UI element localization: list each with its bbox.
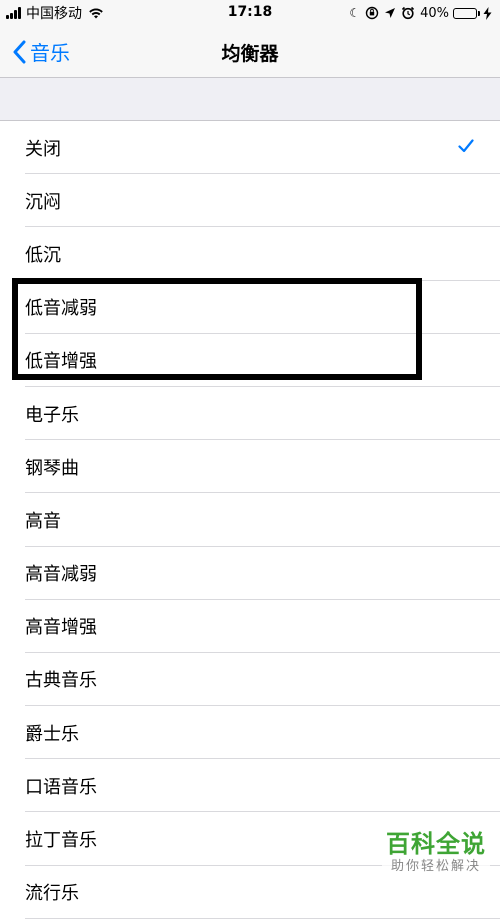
equalizer-option[interactable]: 钢琴曲 <box>0 440 500 494</box>
equalizer-list: 关闭沉闷低沉低音减弱低音增强电子乐钢琴曲高音高音减弱高音增强古典音乐爵士乐口语音… <box>0 121 500 919</box>
equalizer-option[interactable]: 高音 <box>0 493 500 547</box>
equalizer-option-label: 低沉 <box>25 244 61 266</box>
equalizer-option-label: 电子乐 <box>25 404 79 426</box>
status-right: ☾ 40% <box>344 4 492 22</box>
equalizer-option[interactable]: 低沉 <box>0 227 500 281</box>
equalizer-option-label: 拉丁音乐 <box>25 830 97 852</box>
orientation-lock-icon <box>365 6 379 20</box>
group-header-spacer <box>0 78 500 121</box>
equalizer-option[interactable]: 关闭 <box>0 121 500 175</box>
equalizer-option-label: 流行乐 <box>25 883 79 905</box>
equalizer-option[interactable]: 爵士乐 <box>0 706 500 760</box>
equalizer-option[interactable]: 低音减弱 <box>0 280 500 334</box>
equalizer-option-label: 高音增强 <box>25 617 97 639</box>
equalizer-option[interactable]: 口语音乐 <box>0 759 500 813</box>
equalizer-option-label: 古典音乐 <box>25 670 97 692</box>
equalizer-option-label: 高音减弱 <box>25 564 97 586</box>
equalizer-option-label: 沉闷 <box>25 191 61 213</box>
alarm-icon <box>402 6 415 20</box>
equalizer-option[interactable]: 高音减弱 <box>0 546 500 600</box>
equalizer-option-label: 低音减弱 <box>25 298 97 320</box>
equalizer-option-label: 关闭 <box>25 138 61 160</box>
equalizer-option-label: 爵士乐 <box>25 723 79 745</box>
moon-icon: ☾ <box>349 6 361 20</box>
battery-percent: 40% <box>420 5 449 21</box>
equalizer-option-label: 高音 <box>25 510 61 532</box>
location-icon <box>385 8 396 18</box>
equalizer-option[interactable]: 古典音乐 <box>0 652 500 707</box>
battery-icon <box>453 7 477 19</box>
equalizer-option[interactable]: 低音增强 <box>0 333 500 388</box>
watermark-title: 百科全说 <box>386 830 486 858</box>
battery-tip <box>478 10 480 16</box>
watermark-subtitle: 助你轻松解决 <box>390 859 481 874</box>
equalizer-option[interactable]: 高音增强 <box>0 599 500 654</box>
equalizer-option-label: 口语音乐 <box>25 776 97 798</box>
equalizer-option-label: 钢琴曲 <box>25 457 79 479</box>
equalizer-option[interactable]: 沉闷 <box>0 174 500 228</box>
page-title: 均衡器 <box>221 43 279 65</box>
checkmark-icon <box>458 139 474 153</box>
equalizer-option-label: 低音增强 <box>25 351 97 373</box>
equalizer-option[interactable]: 电子乐 <box>0 386 500 441</box>
navigation-bar: 音乐 均衡器 <box>0 26 500 78</box>
watermark: 百科全说 助你轻松解决 <box>382 828 490 878</box>
status-bar: 中国移动 17:18 ☾ 40% <box>0 0 500 26</box>
charging-icon <box>483 6 492 20</box>
